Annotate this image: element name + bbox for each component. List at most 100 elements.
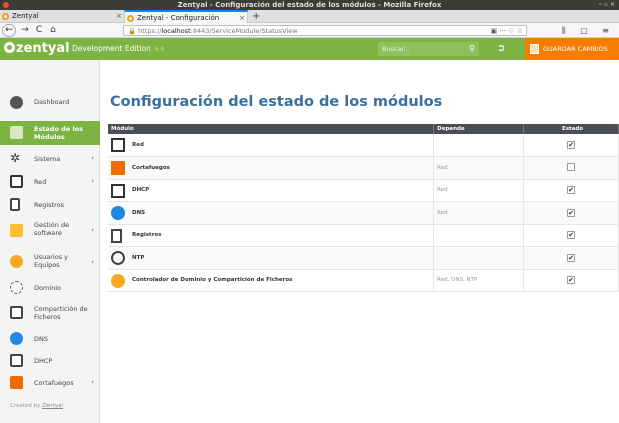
clock-icon <box>111 251 125 265</box>
module-enabled-checkbox[interactable]: ✔ <box>567 276 576 285</box>
module-enabled-checkbox[interactable]: ✔ <box>567 231 576 240</box>
navigation-bar: ← → C ⌂ 🔒 https://localhost:8443/Service… <box>0 23 619 38</box>
column-header-estado: Estado <box>523 124 619 134</box>
module-depends <box>433 134 525 157</box>
module-name: Registros <box>132 232 162 239</box>
ubuntu-icon <box>3 2 9 8</box>
module-depends: Red <box>433 201 525 225</box>
sidebar-item-comparticion[interactable]: Compartición de Ficheros <box>0 301 100 325</box>
module-depends: Red, DNS, NTP <box>433 269 525 292</box>
module-name: NTP <box>132 254 145 261</box>
sidebar-item-usuarios-equipos[interactable]: Usuarios y Equipos ‹ <box>0 250 100 274</box>
search-icon[interactable]: ⚲ <box>469 42 475 56</box>
software-icon <box>10 224 23 237</box>
network-icon <box>10 175 23 188</box>
url-actions[interactable]: ▣ ··· ♡ ☆ <box>490 26 523 36</box>
table-row: DNS Red ✔ <box>108 201 619 225</box>
modules-icon <box>10 126 23 139</box>
search-input[interactable]: Buscar... ⚲ <box>378 42 479 56</box>
zentyal-link[interactable]: Zentyal <box>42 403 63 409</box>
module-depends: Red <box>433 156 525 180</box>
table-row: Registros ✔ <box>108 224 619 247</box>
logout-icon[interactable]: ➲ <box>497 42 509 56</box>
sidebar-item-red[interactable]: Red ‹ <box>0 172 100 192</box>
tab-label: Zentyal - Configuración <box>137 14 220 22</box>
sidebar-item-dashboard[interactable]: Dashboard <box>0 89 100 115</box>
url-path: :8443/ServiceModule/StatusView <box>190 27 298 35</box>
module-name: Red <box>132 142 144 148</box>
module-enabled-checkbox[interactable]: ✔ <box>567 253 576 262</box>
dns-icon <box>10 332 23 345</box>
url-prefix: https:// <box>138 27 162 35</box>
module-depends <box>433 246 525 270</box>
home-button[interactable]: ⌂ <box>47 23 59 38</box>
edition-label: Development Edition 6.0 <box>72 44 165 53</box>
logs-icon <box>10 198 20 211</box>
tab-configuracion[interactable]: Zentyal - Configuración × <box>124 10 248 23</box>
new-tab-button[interactable]: + <box>252 10 260 23</box>
dashboard-icon <box>10 96 23 109</box>
users-icon <box>111 273 125 288</box>
tab-label: Zentyal <box>12 12 39 20</box>
sidebar-item-dns[interactable]: DNS <box>0 329 100 349</box>
zentyal-logo-icon <box>4 42 15 53</box>
modules-table: Módulo Depende Estado Red ✔ Cortafuegos … <box>108 124 619 292</box>
gear-icon: ✲ <box>10 151 21 165</box>
sidebar-item-dominio[interactable]: Dominio <box>0 278 100 298</box>
sidebar-item-estado-modulos[interactable]: Estado de los Módulos <box>0 121 100 145</box>
table-row: Red ✔ <box>108 134 619 157</box>
url-bar[interactable]: 🔒 https://localhost:8443/ServiceModule/S… <box>123 25 527 36</box>
module-enabled-checkbox[interactable]: ✔ <box>567 141 576 149</box>
reload-button[interactable]: C <box>33 23 45 38</box>
sidebar-item-cortafuegos[interactable]: Cortafuegos ‹ <box>0 373 100 393</box>
network-icon <box>111 138 125 152</box>
window-controls[interactable]: – ▫ × <box>599 0 615 10</box>
column-header-depende: Depende <box>433 124 525 134</box>
module-depends: Red <box>433 179 525 202</box>
sidebar-item-gestion-software[interactable]: Gestión de software ‹ <box>0 218 100 242</box>
module-depends <box>433 224 525 247</box>
table-row: DHCP Red ✔ <box>108 179 619 202</box>
table-row: NTP ✔ <box>108 246 619 270</box>
firewall-icon <box>10 376 23 389</box>
forward-button[interactable]: → <box>19 23 31 38</box>
logs-icon <box>111 228 122 243</box>
save-icon <box>530 44 539 54</box>
domain-icon <box>10 281 23 294</box>
fileshare-icon <box>10 306 23 319</box>
lock-icon: 🔒 <box>128 27 137 35</box>
column-header-modulo: Módulo <box>108 124 435 134</box>
module-enabled-checkbox[interactable] <box>567 162 576 171</box>
module-name: Cortafuegos <box>132 164 170 171</box>
sidebar-item-registros[interactable]: Registros <box>0 195 100 215</box>
users-icon <box>10 255 23 268</box>
tab-zentyal[interactable]: Zentyal × <box>0 10 124 23</box>
url-host: localhost <box>161 27 191 35</box>
page-title: Configuración del estado de los módulos <box>110 94 443 110</box>
dhcp-icon <box>111 183 125 198</box>
table-row: Controlador de Dominio y Compartición de… <box>108 269 619 292</box>
browser-toolbar-icons[interactable]: ⫼ ▢ ≡ <box>562 23 615 38</box>
save-changes-button[interactable]: GUARDAR CAMBIOS <box>525 38 619 60</box>
window-title: Zentyal - Configuración del estado de lo… <box>177 1 442 9</box>
zentyal-favicon-icon <box>2 13 9 20</box>
sidebar: Dashboard Estado de los Módulos ✲ Sistem… <box>0 60 100 423</box>
table-row: Cortafuegos Red <box>108 156 619 180</box>
close-tab-icon[interactable]: × <box>116 10 122 23</box>
module-name: Controlador de Dominio y Compartición de… <box>132 277 293 284</box>
back-button[interactable]: ← <box>2 24 16 37</box>
sidebar-item-dhcp[interactable]: DHCP <box>0 351 100 371</box>
module-enabled-checkbox[interactable]: ✔ <box>567 186 576 195</box>
tab-bar: Zentyal × Zentyal - Configuración × + <box>0 10 619 23</box>
zentyal-logo[interactable]: zentyal <box>4 41 70 56</box>
zentyal-header: zentyal Development Edition 6.0 Buscar...… <box>0 38 619 60</box>
firewall-icon <box>111 161 125 175</box>
module-name: DHCP <box>132 187 150 194</box>
module-name: DNS <box>132 209 146 216</box>
sidebar-item-sistema[interactable]: ✲ Sistema ‹ <box>0 149 100 169</box>
dhcp-icon <box>10 354 23 367</box>
module-enabled-checkbox[interactable]: ✔ <box>567 208 576 217</box>
sidebar-footer: Created by Zentyal <box>10 403 63 409</box>
dns-icon <box>111 206 125 220</box>
window-titlebar: Zentyal - Configuración del estado de lo… <box>0 0 619 10</box>
